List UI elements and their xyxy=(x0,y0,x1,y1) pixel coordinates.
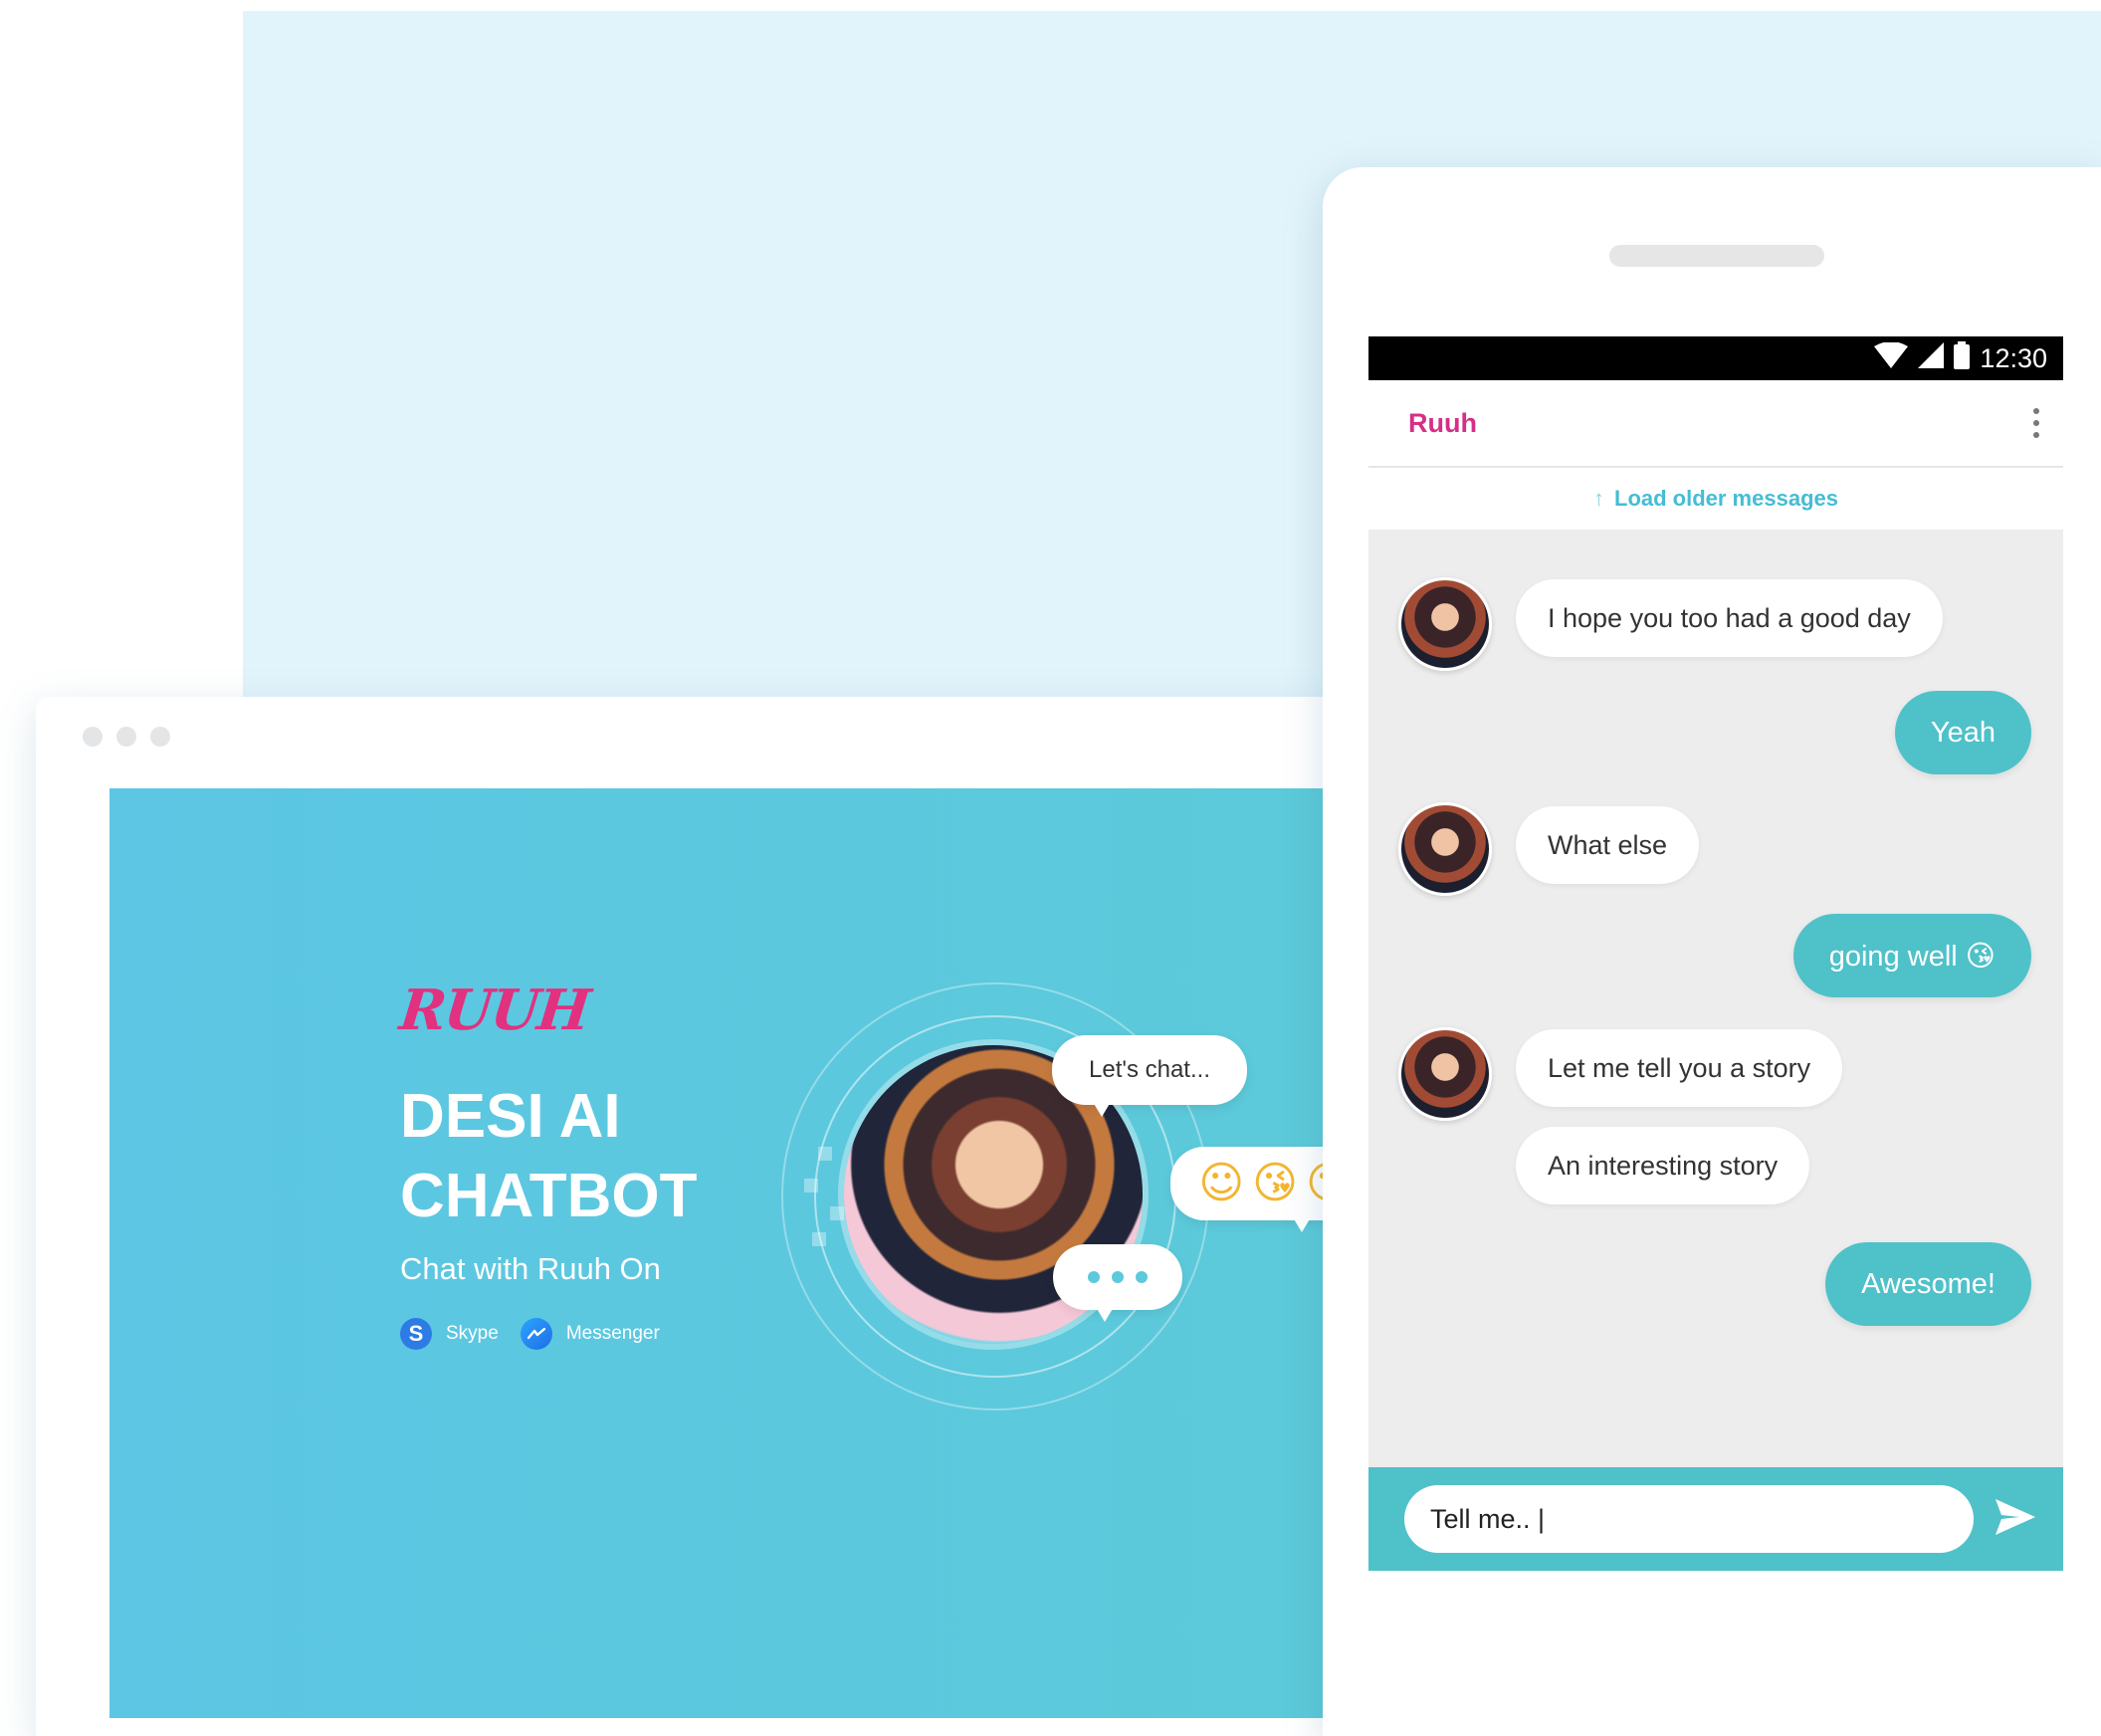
window-dot[interactable] xyxy=(116,727,136,747)
window-dot[interactable] xyxy=(83,727,103,747)
bubble-tail xyxy=(1093,1302,1117,1322)
typing-bubble xyxy=(1053,1244,1182,1322)
chat-title: Ruuh xyxy=(1408,407,1477,438)
arrow-up-icon: ↑ xyxy=(1593,486,1604,511)
bubble-tail xyxy=(1090,1097,1114,1117)
pixel-decor xyxy=(804,1179,818,1193)
avatar xyxy=(1398,1027,1492,1121)
browser-window: RUUH DESI AI CHATBOT Chat with Ruuh On S… xyxy=(36,697,1389,1736)
lets-chat-text: Let's chat... xyxy=(1089,1056,1210,1083)
pixel-decor xyxy=(818,1147,832,1161)
ruuh-logo: RUUH xyxy=(396,977,592,1043)
typing-dot xyxy=(1112,1271,1124,1283)
kiss-emoji: 😘 xyxy=(1252,1158,1298,1208)
message-user: Yeah xyxy=(1894,691,2031,774)
pixel-decor xyxy=(812,1232,826,1246)
pixel-decor xyxy=(830,1206,844,1220)
chat-messages[interactable]: I hope you too had a good day Yeah What … xyxy=(1368,530,2063,1469)
window-dot[interactable] xyxy=(150,727,170,747)
typing-dot xyxy=(1136,1271,1148,1283)
chat-app-bar: Ruuh xyxy=(1368,380,2063,468)
send-icon[interactable] xyxy=(1994,1495,2037,1539)
skype-link[interactable]: Skype xyxy=(446,1323,499,1345)
skype-icon[interactable]: S xyxy=(400,1318,432,1350)
wifi-icon xyxy=(1874,340,1909,375)
message-bot: An interesting story xyxy=(1516,1127,1810,1204)
message-user: Awesome! xyxy=(1825,1242,2031,1326)
platform-list: S Skype Messenger xyxy=(400,1318,682,1350)
window-controls xyxy=(83,727,170,747)
headline-line-2: CHATBOT xyxy=(400,1162,698,1230)
headline-line-1: DESI AI xyxy=(400,1082,621,1151)
phone-speaker xyxy=(1609,245,1824,267)
status-bar: 12:30 xyxy=(1368,336,2063,380)
message-bot: I hope you too had a good day xyxy=(1516,579,1943,657)
lets-chat-bubble: Let's chat... xyxy=(1052,1035,1247,1117)
phone-screen: 12:30 Ruuh ↑ Load older messages I hope … xyxy=(1368,336,2063,1571)
load-older-button[interactable]: ↑ Load older messages xyxy=(1368,468,2063,530)
status-time: 12:30 xyxy=(1980,342,2047,373)
battery-icon xyxy=(1954,340,1971,376)
message-input[interactable]: Tell me.. | xyxy=(1404,1485,1974,1553)
signal-icon xyxy=(1918,341,1945,375)
message-composer: Tell me.. | xyxy=(1368,1467,2063,1571)
headline: DESI AI CHATBOT xyxy=(400,1077,798,1236)
phone-frame: 12:30 Ruuh ↑ Load older messages I hope … xyxy=(1323,167,2101,1736)
message-bot: Let me tell you a story xyxy=(1516,1029,1843,1107)
more-options-icon[interactable] xyxy=(2033,408,2039,438)
subhead: Chat with Ruuh On xyxy=(400,1251,661,1286)
typing-dot xyxy=(1088,1271,1100,1283)
message-bot: What else xyxy=(1516,806,1700,884)
bubble-tail xyxy=(1290,1212,1314,1232)
load-older-label: Load older messages xyxy=(1614,486,1838,511)
avatar xyxy=(1398,802,1492,896)
messenger-link[interactable]: Messenger xyxy=(566,1323,660,1345)
hero-banner: RUUH DESI AI CHATBOT Chat with Ruuh On S… xyxy=(109,788,1389,1718)
smile-emoji: ☺ xyxy=(1198,1158,1245,1208)
messenger-icon[interactable] xyxy=(520,1318,552,1350)
message-user: going well 😘 xyxy=(1792,914,2031,997)
avatar xyxy=(1398,577,1492,671)
